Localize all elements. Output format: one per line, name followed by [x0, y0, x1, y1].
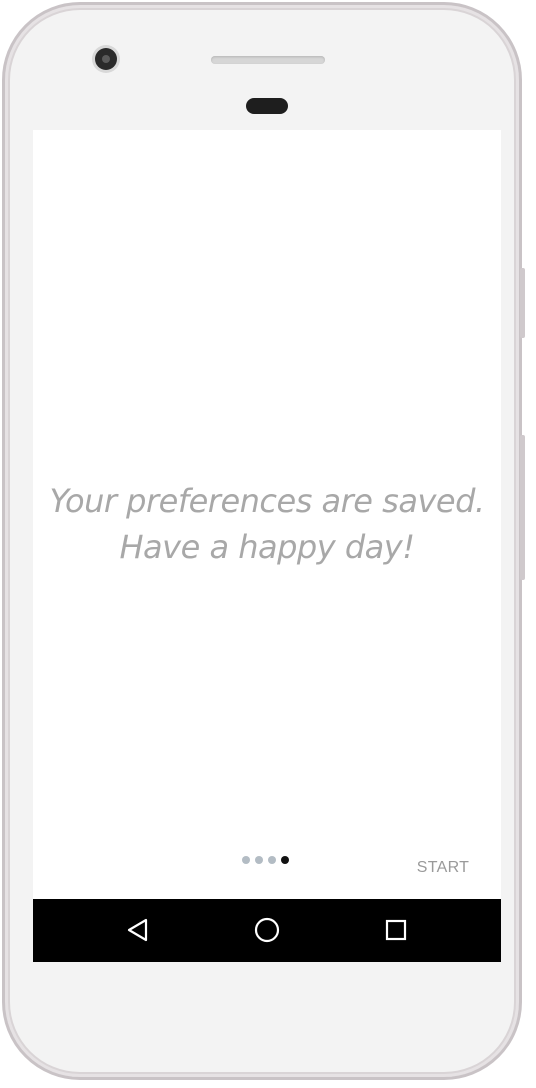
phone-frame: Your preferences are saved. Have a happy… [2, 2, 522, 1080]
home-button[interactable] [250, 913, 284, 947]
page-dot-1[interactable] [242, 856, 250, 864]
start-button[interactable]: START [403, 856, 483, 880]
triangle-back-icon [127, 918, 148, 942]
system-navigation-bar [33, 899, 501, 962]
circle-home-icon [254, 917, 280, 943]
volume-button [520, 268, 525, 338]
power-button [520, 435, 525, 580]
page-dot-2[interactable] [255, 856, 263, 864]
message-line-1: Your preferences are saved. [49, 482, 485, 520]
square-recents-icon [385, 919, 407, 941]
back-button[interactable] [120, 913, 154, 947]
proximity-sensor [246, 98, 288, 114]
page-dot-3[interactable] [268, 856, 276, 864]
front-camera [95, 48, 117, 70]
app-screen: Your preferences are saved. Have a happy… [33, 130, 501, 962]
page-dot-4-active[interactable] [281, 856, 289, 864]
recents-button[interactable] [379, 913, 413, 947]
page-indicator [242, 856, 289, 864]
message-line-2: Have a happy day! [119, 528, 415, 566]
earpiece-speaker [211, 56, 325, 64]
confirmation-message: Your preferences are saved. Have a happy… [33, 478, 501, 570]
